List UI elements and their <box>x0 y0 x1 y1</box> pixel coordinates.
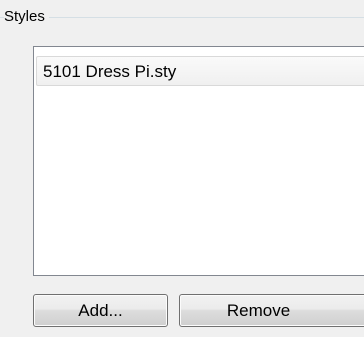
group-border <box>0 17 364 18</box>
add-button-label: Add... <box>78 301 123 320</box>
remove-button-label: Remove <box>226 301 291 320</box>
list-item-label: 5101 Dress Pi.sty <box>43 62 177 81</box>
styles-panel: Styles 5101 Dress Pi.sty Add... Remove <box>0 0 364 337</box>
group-title: Styles <box>4 8 49 26</box>
styles-listbox[interactable]: 5101 Dress Pi.sty <box>33 46 364 276</box>
remove-button[interactable]: Remove <box>179 294 364 327</box>
list-item[interactable]: 5101 Dress Pi.sty <box>36 56 364 86</box>
add-button[interactable]: Add... <box>33 294 168 327</box>
